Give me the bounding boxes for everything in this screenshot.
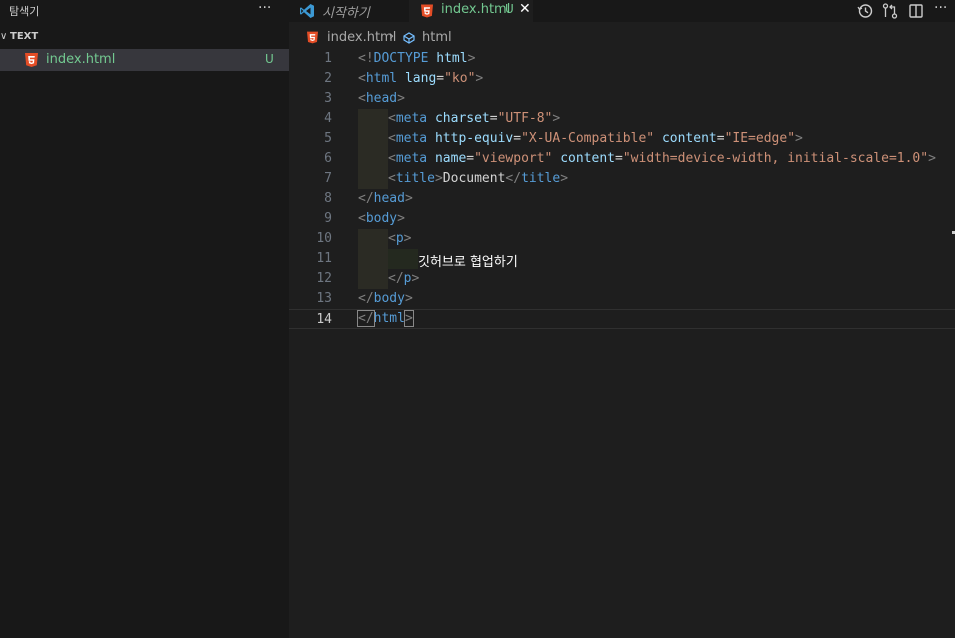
line-number: 5 — [324, 131, 332, 146]
code-text: </body> — [358, 291, 413, 306]
line-number: 3 — [324, 91, 332, 106]
code-text: </head> — [358, 191, 413, 206]
indent-guide — [358, 149, 388, 169]
vscode-icon — [300, 4, 314, 18]
line-number: 9 — [324, 211, 332, 226]
indent-guide — [358, 169, 388, 189]
indent-guide — [388, 249, 418, 269]
code-line: 4 <meta charset="UTF-8"> — [289, 109, 955, 129]
code-line: 2 <html lang="ko"> — [289, 69, 955, 89]
file-name: index.html — [46, 52, 116, 67]
explorer-sidebar: 탐색기 ··· ∨ TEXT index.html U — [0, 0, 289, 638]
code-line: 5 <meta http-equiv="X-UA-Compatible" con… — [289, 129, 955, 149]
code-line: 9 <body> — [289, 209, 955, 229]
line-number: 7 — [324, 171, 332, 186]
tab-index-html[interactable]: index.html U ✕ — [409, 0, 533, 22]
code-text: <title>Document</title> — [388, 171, 569, 186]
code-line: 6 <meta name="viewport" content="width=d… — [289, 149, 955, 169]
indent-guide — [358, 129, 388, 149]
line-number: 11 — [316, 251, 332, 266]
line-number: 2 — [324, 71, 332, 86]
code-text: </html> — [357, 310, 414, 327]
indent-guide — [358, 109, 388, 129]
code-line: 3 <head> — [289, 89, 955, 109]
explorer-header: 탐색기 ··· — [0, 0, 289, 22]
tab-welcome-label: 시작하기 — [322, 6, 370, 21]
code-line: 12 </p> — [289, 269, 955, 289]
line-number: 13 — [316, 291, 332, 306]
code-text: <body> — [358, 211, 405, 226]
split-editor-icon[interactable] — [907, 2, 925, 20]
close-icon[interactable]: ✕ — [519, 1, 531, 17]
timeline-icon[interactable] — [856, 2, 874, 20]
line-number: 1 — [324, 51, 332, 66]
code-line: 10 <p> — [289, 229, 955, 249]
line-number: 8 — [324, 191, 332, 206]
code-text: <!DOCTYPE html> — [358, 51, 476, 66]
tab-welcome[interactable]: 시작하기 — [289, 0, 409, 22]
chevron-down-icon: ∨ — [0, 31, 8, 42]
code-text: <p> — [388, 231, 412, 246]
file-item-index-html[interactable]: index.html U — [0, 49, 289, 71]
html5-icon — [421, 4, 433, 18]
explorer-title: 탐색기 — [9, 5, 40, 18]
code-text: 깃허브로 협업하기 — [418, 255, 518, 270]
code-editor[interactable]: 1 <!DOCTYPE html> 2 <html lang="ko"> 3 <… — [289, 49, 955, 638]
tab-index-label: index.html — [441, 2, 511, 17]
compare-changes-icon[interactable] — [881, 2, 899, 20]
code-text: <html lang="ko"> — [358, 71, 484, 86]
breadcrumb: index.html › html — [289, 28, 955, 48]
breadcrumb-element[interactable]: html — [422, 30, 452, 45]
line-number: 14 — [316, 312, 332, 327]
html5-icon — [307, 31, 318, 44]
code-text: <meta name="viewport" content="width=dev… — [388, 151, 936, 166]
code-line: 7 <title>Document</title> — [289, 169, 955, 189]
more-actions-icon[interactable]: ··· — [934, 0, 952, 18]
code-line: 11 깃허브로 협업하기 — [289, 249, 955, 270]
html5-icon — [25, 53, 38, 67]
line-number: 10 — [316, 231, 332, 246]
chevron-right-icon: › — [389, 29, 395, 44]
breadcrumb-file[interactable]: index.html — [327, 30, 396, 45]
explorer-more-button[interactable]: ··· — [258, 0, 271, 16]
indent-guide — [358, 229, 388, 249]
symbol-element-icon — [403, 32, 415, 44]
line-number: 12 — [316, 271, 332, 286]
folder-name: TEXT — [10, 31, 39, 42]
line-number: 6 — [324, 151, 332, 166]
code-text: </p> — [388, 271, 420, 286]
code-line: 8 </head> — [289, 189, 955, 209]
code-text: <meta http-equiv="X-UA-Compatible" conte… — [388, 131, 803, 146]
indent-guide — [358, 269, 388, 289]
indent-guide — [358, 249, 388, 269]
tab-bar: 시작하기 index.html U ✕ ··· — [289, 0, 955, 22]
code-line-active: 14 </html> — [289, 309, 955, 329]
code-text: <meta charset="UTF-8"> — [388, 111, 561, 126]
line-number: 4 — [324, 111, 332, 126]
code-line: 1 <!DOCTYPE html> — [289, 49, 955, 69]
git-status-badge: U — [505, 2, 514, 16]
folder-row[interactable]: ∨ TEXT — [0, 30, 289, 46]
git-status-badge: U — [265, 52, 274, 66]
code-line: 13 </body> — [289, 289, 955, 309]
code-text: <head> — [358, 91, 405, 106]
